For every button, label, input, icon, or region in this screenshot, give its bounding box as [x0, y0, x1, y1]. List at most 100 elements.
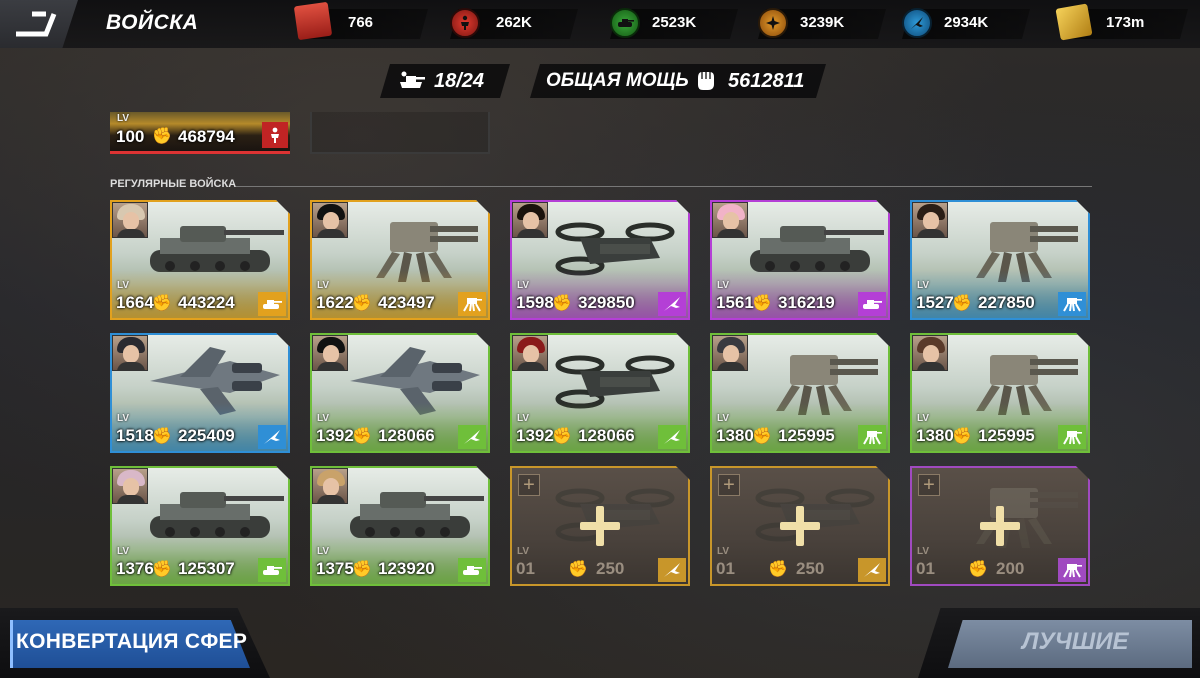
jet-icon	[902, 8, 932, 38]
troop-count: 18/24	[434, 70, 485, 92]
unit-card[interactable]: LV 1598 ✊ 329850	[510, 200, 690, 320]
lv-label: LV	[117, 280, 130, 291]
page-title: ВОЙСКА	[106, 11, 199, 34]
unit-card[interactable]: LV 1392 ✊ 128066	[310, 333, 490, 453]
commander-portrait	[512, 335, 548, 371]
fist-icon: ✊	[152, 428, 172, 445]
commander-portrait	[912, 335, 948, 371]
unit-card[interactable]: LV 1664 ✊ 443224	[110, 200, 290, 320]
fist-icon: ✊	[152, 128, 172, 145]
hero-level: 100	[116, 127, 145, 146]
unit-card-locked[interactable]: + LV 01 ✊ 200	[910, 466, 1090, 586]
unit-power: 423497	[378, 293, 435, 312]
unit-card[interactable]: LV 1622 ✊ 423497	[310, 200, 490, 320]
lv-label: LV	[317, 280, 330, 291]
unit-power: 123920	[378, 559, 435, 578]
commander-portrait	[112, 468, 148, 504]
unit-level: 1622	[316, 293, 354, 312]
unit-power: 316219	[778, 293, 835, 312]
unit-level: 01	[916, 559, 935, 578]
lv-label: LV	[317, 546, 330, 557]
jet-badge-icon	[858, 558, 886, 582]
jet-badge-icon	[658, 292, 686, 316]
unit-level: 1598	[516, 293, 554, 312]
lv-label: LV	[717, 413, 730, 424]
lv-label: LV	[917, 413, 930, 424]
unit-card-locked[interactable]: + LV 01 ✊ 250	[510, 466, 690, 586]
best-label: ЛУЧШИЕ	[1022, 628, 1129, 655]
unit-card[interactable]: LV 1380 ✊ 125995	[910, 333, 1090, 453]
tank-badge-icon	[458, 558, 486, 582]
commander-portrait	[112, 202, 148, 238]
fist-icon: ✊	[952, 428, 972, 445]
lv-label: LV	[917, 546, 930, 557]
resource-value: 2934K	[944, 14, 989, 31]
jet-badge-icon	[658, 558, 686, 582]
back-arrow-icon	[16, 11, 57, 37]
fist-icon: ✊	[752, 295, 772, 312]
unit-power: 443224	[178, 293, 235, 312]
fist-icon: ✊	[552, 295, 572, 312]
total-power-value: 5612811	[728, 70, 805, 92]
fist-icon: ✊	[552, 428, 572, 445]
commander-portrait	[912, 202, 948, 238]
add-commander-icon: +	[918, 474, 940, 496]
mech-badge-icon	[1058, 425, 1086, 449]
red-box-icon	[293, 1, 333, 41]
unit-card[interactable]: LV 1527 ✊ 227850	[910, 200, 1090, 320]
lv-label: LV	[917, 280, 930, 291]
tank-badge-icon	[258, 558, 286, 582]
commander-portrait	[312, 335, 348, 371]
unit-power: 200	[996, 559, 1025, 578]
unit-level: 1392	[316, 426, 354, 445]
unit-power: 128066	[378, 426, 435, 445]
mech-badge-icon	[458, 292, 486, 316]
unit-card[interactable]: LV 1380 ✊ 125995	[710, 333, 890, 453]
unit-power: 227850	[978, 293, 1035, 312]
unit-level: 1376	[116, 559, 154, 578]
mech-badge-icon	[858, 425, 886, 449]
unit-power: 250	[596, 559, 625, 578]
section-label: РЕГУЛЯРНЫЕ ВОЙСКА	[110, 178, 237, 190]
jet-badge-icon	[658, 425, 686, 449]
resource-value: 766	[348, 14, 374, 31]
total-power-label: ОБЩАЯ МОЩЬ	[546, 70, 689, 91]
unit-card[interactable]: LV 1375 ✊ 123920	[310, 466, 490, 586]
unit-card[interactable]: LV 1376 ✊ 125307	[110, 466, 290, 586]
commander-portrait	[512, 202, 548, 238]
unit-power: 128066	[578, 426, 635, 445]
unit-card[interactable]: LV 1561 ✊ 316219	[710, 200, 890, 320]
unit-power: 125995	[778, 426, 835, 445]
lv-label: LV	[717, 546, 730, 557]
commander-portrait	[712, 335, 748, 371]
unit-power: 225409	[178, 426, 235, 445]
fist-icon: ✊	[352, 561, 372, 578]
unit-card[interactable]: LV 1518 ✊ 225409	[110, 333, 290, 453]
resource-value: 2523K	[652, 14, 697, 31]
unit-level: 01	[516, 559, 535, 578]
infantry-badge-icon	[262, 122, 288, 148]
unit-card-locked[interactable]: + LV 01 ✊ 250	[710, 466, 890, 586]
fist-icon: ✊	[152, 561, 172, 578]
fist-icon: ✊	[752, 428, 772, 445]
unlock-plus-icon	[580, 506, 620, 546]
convert-spheres-label: КОНВЕРТАЦИЯ СФЕР	[16, 630, 248, 653]
resource-value: 173m	[1106, 14, 1145, 31]
commander-portrait	[312, 202, 348, 238]
plane-icon	[758, 8, 788, 38]
unit-level: 01	[716, 559, 735, 578]
hero-slot-empty[interactable]	[310, 112, 490, 154]
fist-icon: ✊	[152, 295, 172, 312]
resource-value: 262K	[496, 14, 532, 31]
unit-card[interactable]: LV 1392 ✊ 128066	[510, 333, 690, 453]
add-commander-icon: +	[518, 474, 540, 496]
unit-level: 1392	[516, 426, 554, 445]
unlock-plus-icon	[980, 506, 1020, 546]
troops-icon	[400, 71, 425, 88]
lv-label: LV	[517, 280, 530, 291]
fist-icon	[698, 72, 714, 90]
lv-label: LV	[717, 280, 730, 291]
hero-card[interactable]: LV 100 ✊ 468794	[110, 112, 290, 154]
fist-icon: ✊	[568, 561, 588, 578]
commander-portrait	[712, 202, 748, 238]
